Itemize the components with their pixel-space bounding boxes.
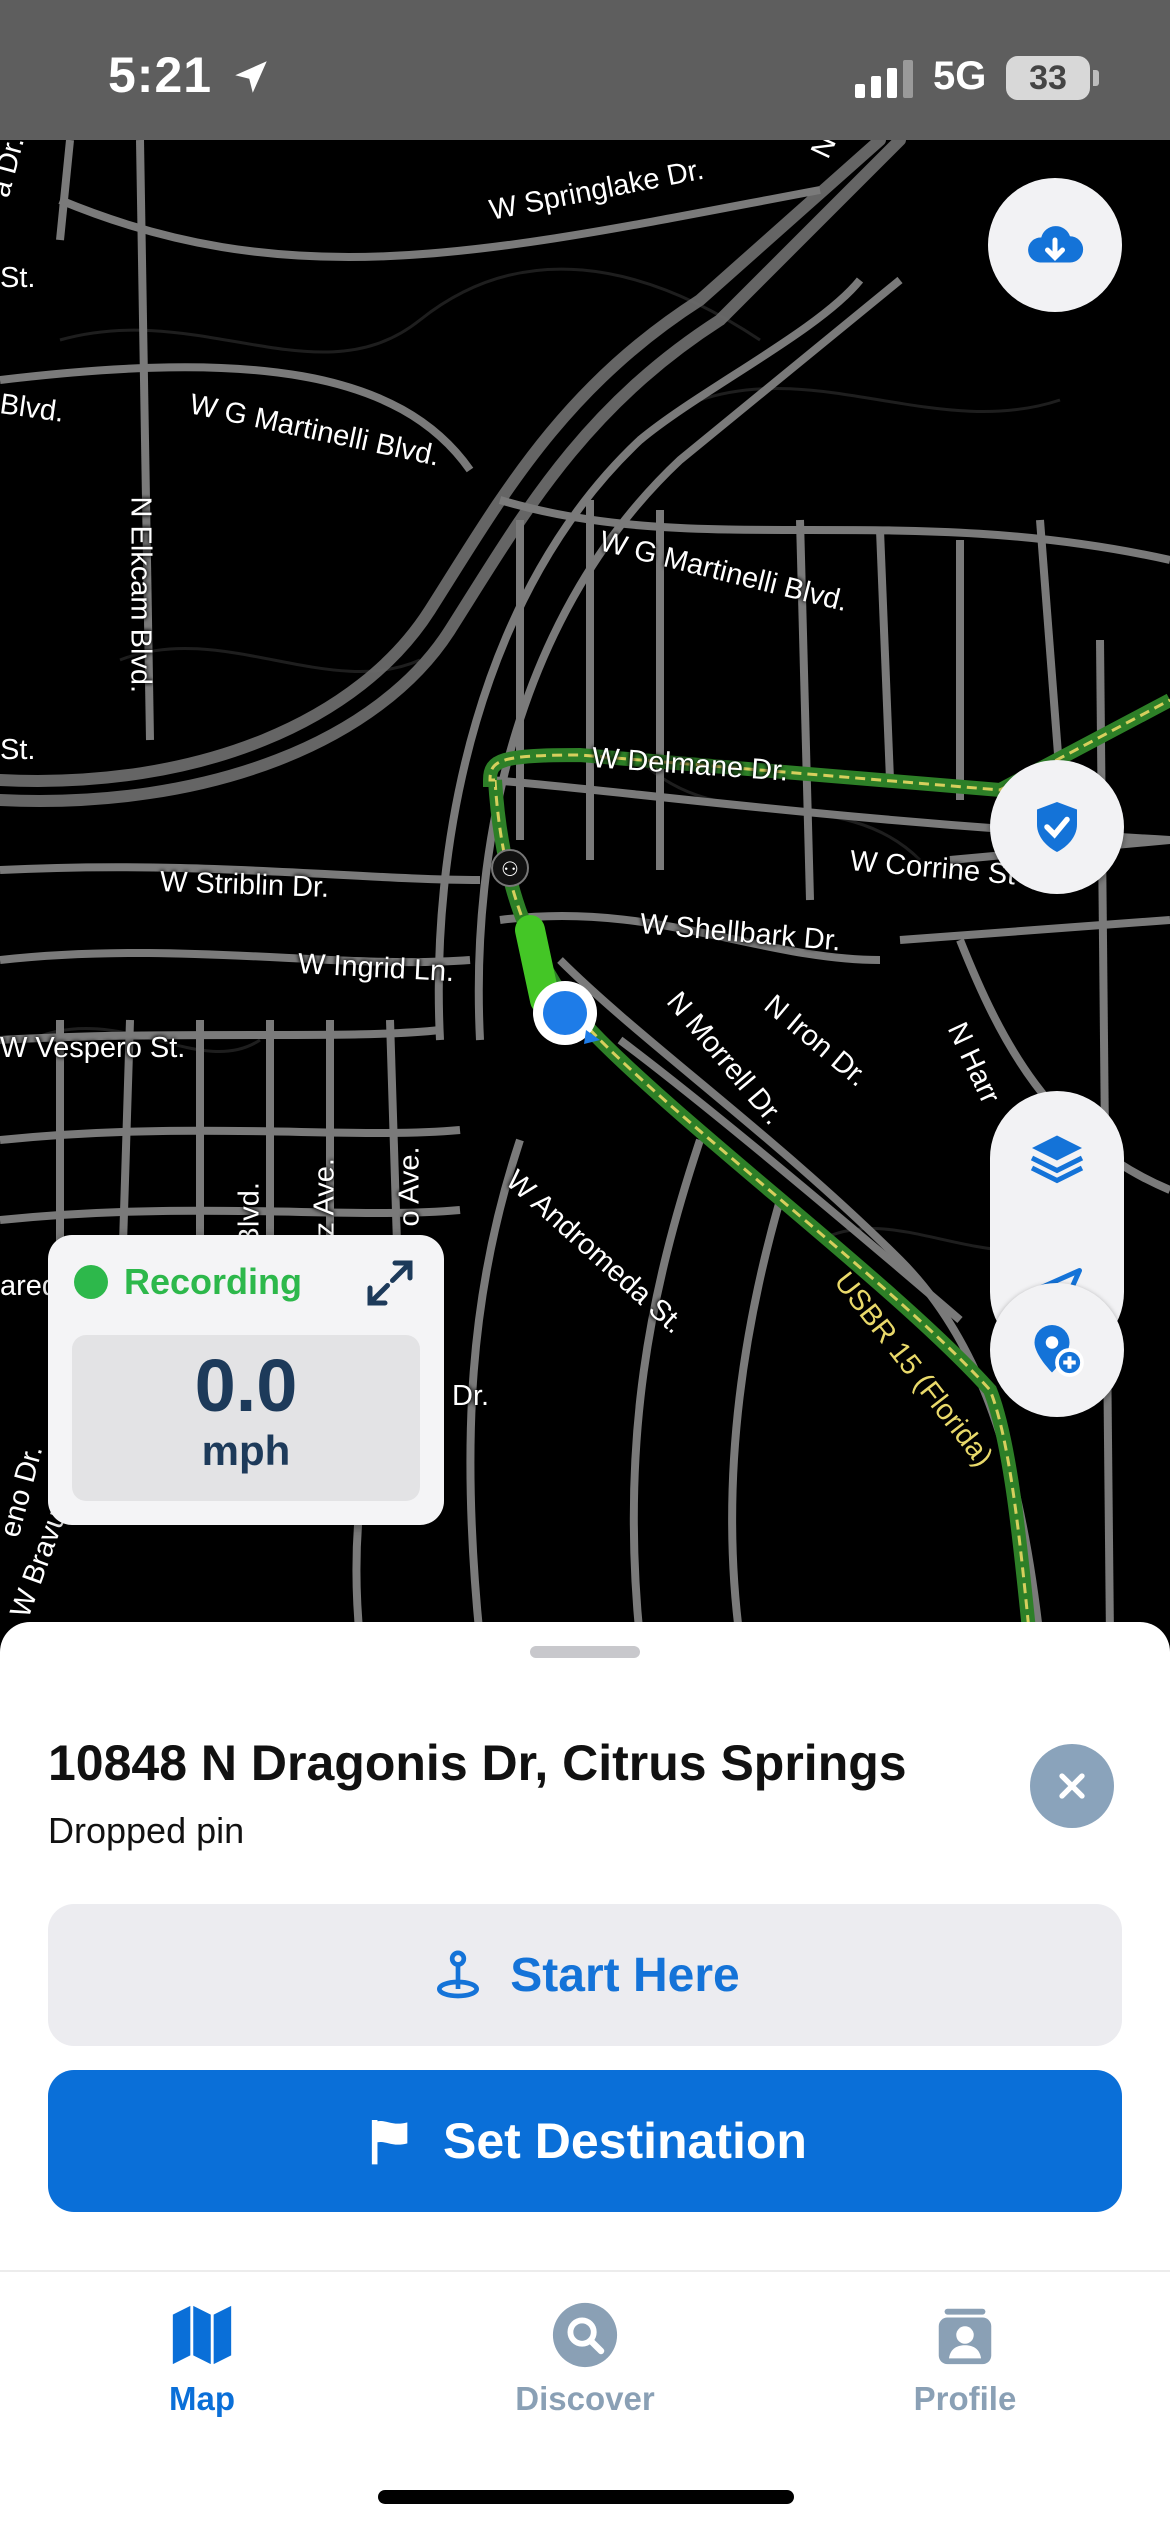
recording-indicator: [74, 1265, 108, 1299]
tab-discover-label: Discover: [515, 2380, 655, 2417]
street-label: St.: [0, 734, 36, 766]
download-map-button[interactable]: [988, 178, 1122, 312]
sheet-grabber[interactable]: [530, 1646, 640, 1658]
profile-icon: [938, 2308, 992, 2365]
street-label: N Elkcam Blvd.: [124, 496, 157, 694]
close-button[interactable]: [1030, 1744, 1114, 1828]
add-pin-icon: [1034, 1325, 1084, 1377]
status-time: 5:21: [108, 47, 213, 103]
street-label: W Vespero St.: [0, 1032, 186, 1064]
cloud-download-icon: [1028, 226, 1084, 263]
recording-card[interactable]: Recording 0.0 mph: [48, 1235, 444, 1525]
start-here-label: Start Here: [510, 1948, 740, 2002]
street-label: z Ave.: [308, 1158, 341, 1237]
recording-label: Recording: [124, 1261, 303, 1302]
tab-map[interactable]: Map: [82, 2300, 322, 2460]
street-label: o Ave.: [393, 1146, 426, 1227]
svg-text:⚇: ⚇: [501, 857, 519, 881]
flag-icon: [371, 2120, 408, 2165]
set-destination-label: Set Destination: [443, 2113, 807, 2169]
street-label: St.: [0, 262, 36, 294]
location-services-icon: [235, 61, 267, 93]
street-label: Dr.: [452, 1380, 490, 1412]
start-here-button[interactable]: Start Here: [48, 1904, 1122, 2046]
tab-profile-label: Profile: [913, 2380, 1017, 2417]
speed-display: 0.0 mph: [72, 1335, 420, 1501]
network-type: 5G: [933, 54, 987, 98]
close-icon: [1059, 1773, 1085, 1799]
status-bar: 5:21 5G 33: [0, 0, 1170, 140]
shield-check-icon: [1037, 802, 1077, 852]
tab-profile[interactable]: Profile: [845, 2300, 1085, 2460]
place-title: 10848 N Dragonis Dr, Citrus Springs: [48, 1735, 907, 1791]
set-destination-button[interactable]: Set Destination: [48, 2070, 1122, 2212]
home-indicator: [378, 2490, 794, 2504]
safety-button[interactable]: [990, 760, 1124, 894]
tab-discover[interactable]: Discover: [465, 2300, 705, 2460]
street-label: W Striblin Dr.: [159, 866, 330, 904]
search-icon: [552, 2302, 618, 2368]
layers-icon[interactable]: [1027, 1128, 1087, 1188]
map-icon: [172, 2305, 232, 2365]
tab-map-label: Map: [169, 2380, 235, 2417]
place-subtitle: Dropped pin: [48, 1810, 245, 1851]
battery-indicator: 33: [1006, 56, 1090, 100]
battery-tip: [1093, 70, 1099, 86]
place-sheet: 10848 N Dragonis Dr, Citrus Springs Drop…: [0, 1622, 1170, 2270]
expand-icon[interactable]: [360, 1253, 420, 1313]
start-pin-icon: [437, 1950, 480, 1999]
speed-value: 0.0: [194, 1344, 298, 1427]
speed-unit: mph: [201, 1427, 291, 1474]
add-poi-button[interactable]: [990, 1283, 1124, 1417]
cellular-signal-icon: [855, 60, 913, 98]
